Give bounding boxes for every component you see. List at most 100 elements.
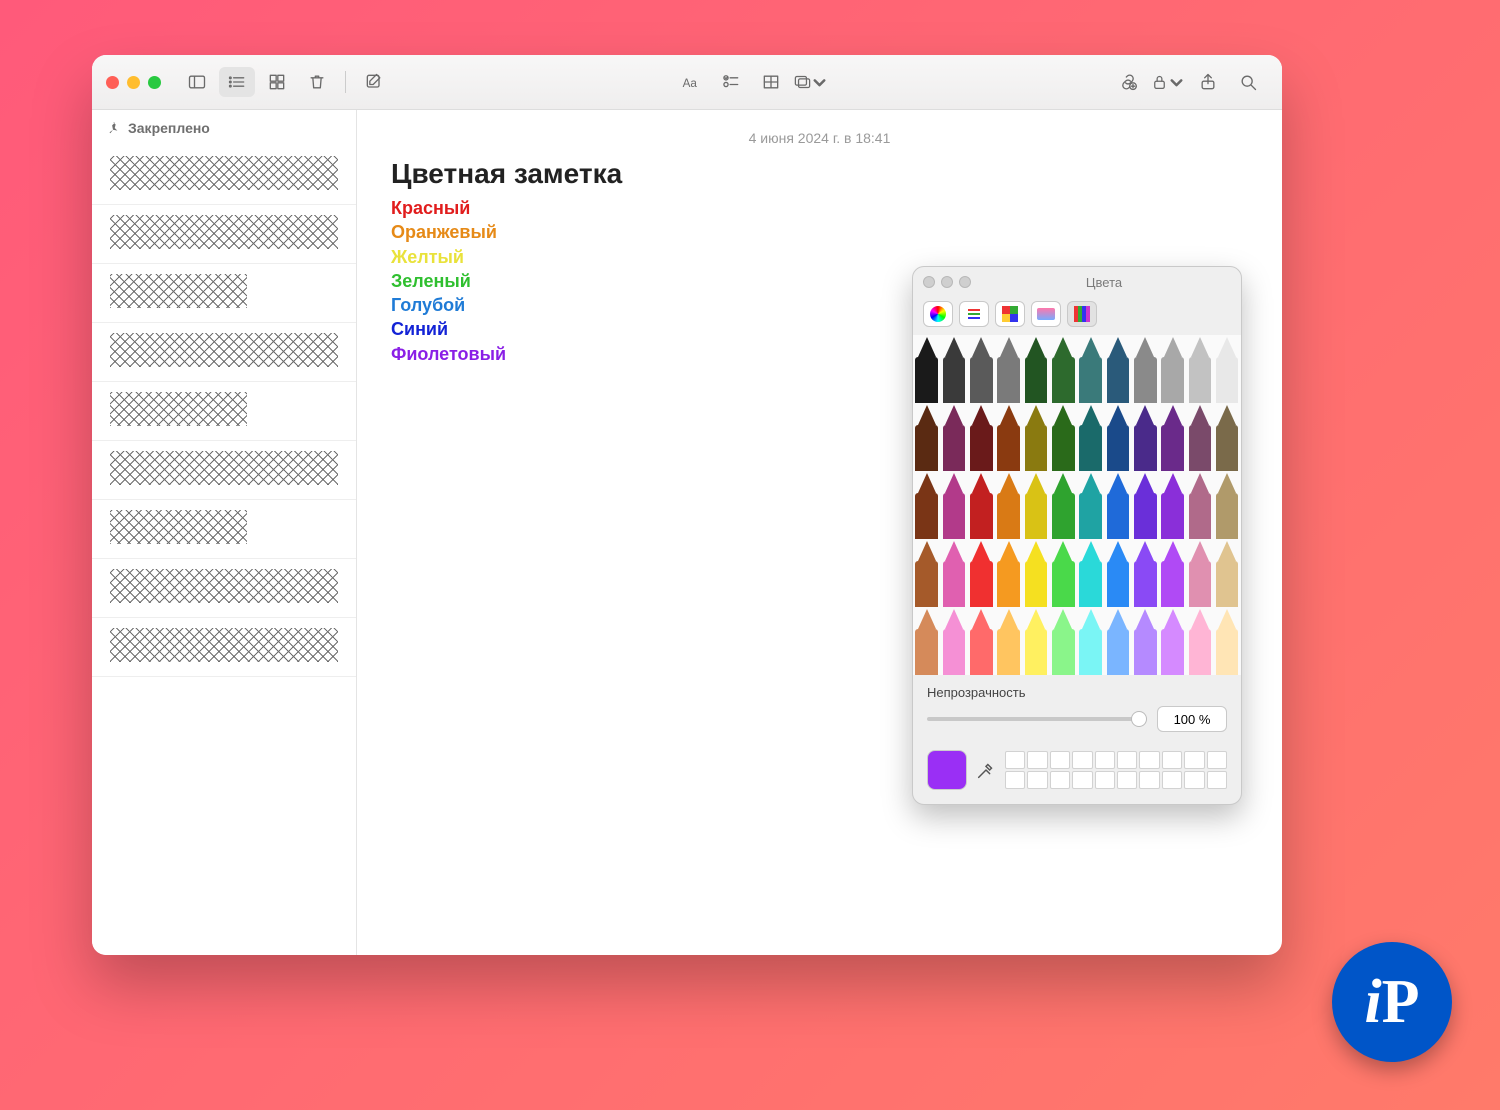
- pencil-color[interactable]: [1132, 335, 1159, 403]
- pencil-color[interactable]: [1132, 471, 1159, 539]
- swatch-cell[interactable]: [1139, 771, 1159, 789]
- picker-tab-pencils[interactable]: [1067, 301, 1097, 327]
- media-button[interactable]: [793, 67, 829, 97]
- pencil-color[interactable]: [1077, 539, 1104, 607]
- pencil-color[interactable]: [995, 539, 1022, 607]
- minimize-window-button[interactable]: [127, 76, 140, 89]
- pencil-color[interactable]: [940, 403, 967, 471]
- picker-close-button[interactable]: [923, 276, 935, 288]
- pencil-color[interactable]: [1022, 607, 1049, 675]
- swatch-cell[interactable]: [1005, 771, 1025, 789]
- pencil-color[interactable]: [940, 335, 967, 403]
- eyedropper-icon[interactable]: [975, 759, 997, 781]
- gallery-view-button[interactable]: [259, 67, 295, 97]
- pencil-color[interactable]: [1104, 403, 1131, 471]
- pencil-color[interactable]: [913, 403, 940, 471]
- pencil-color[interactable]: [1214, 335, 1241, 403]
- swatch-cell[interactable]: [1050, 751, 1070, 769]
- swatch-cell[interactable]: [1207, 751, 1227, 769]
- pencil-color[interactable]: [1214, 539, 1241, 607]
- share-button[interactable]: [1190, 67, 1226, 97]
- list-item[interactable]: [92, 205, 356, 264]
- swatch-cell[interactable]: [1050, 771, 1070, 789]
- pencil-color[interactable]: [1159, 471, 1186, 539]
- list-item[interactable]: [92, 441, 356, 500]
- swatch-cell[interactable]: [1095, 771, 1115, 789]
- picker-tab-palettes[interactable]: [995, 301, 1025, 327]
- swatch-cell[interactable]: [1027, 771, 1047, 789]
- opacity-value[interactable]: 100 %: [1157, 706, 1227, 732]
- pencil-color[interactable]: [940, 539, 967, 607]
- pencil-color[interactable]: [1050, 471, 1077, 539]
- pencil-color[interactable]: [1050, 539, 1077, 607]
- pencil-color[interactable]: [1022, 335, 1049, 403]
- pencil-color[interactable]: [1104, 607, 1131, 675]
- pencil-color[interactable]: [1186, 335, 1213, 403]
- pencil-color[interactable]: [1132, 607, 1159, 675]
- list-item[interactable]: [92, 559, 356, 618]
- swatch-cell[interactable]: [1117, 771, 1137, 789]
- list-view-button[interactable]: [219, 67, 255, 97]
- swatch-cell[interactable]: [1027, 751, 1047, 769]
- pencil-color[interactable]: [1022, 403, 1049, 471]
- close-window-button[interactable]: [106, 76, 119, 89]
- note-editor[interactable]: 4 июня 2024 г. в 18:41 Цветная заметка К…: [357, 110, 1282, 955]
- pencil-color[interactable]: [968, 539, 995, 607]
- picker-tab-wheel[interactable]: [923, 301, 953, 327]
- pencil-color[interactable]: [1186, 471, 1213, 539]
- list-item[interactable]: [92, 500, 356, 559]
- swatch-cell[interactable]: [1072, 771, 1092, 789]
- pencil-color[interactable]: [1159, 335, 1186, 403]
- table-button[interactable]: [753, 67, 789, 97]
- swatch-grid[interactable]: [1005, 751, 1227, 789]
- swatch-cell[interactable]: [1207, 771, 1227, 789]
- swatch-cell[interactable]: [1162, 771, 1182, 789]
- lock-button[interactable]: [1150, 67, 1186, 97]
- swatch-cell[interactable]: [1184, 771, 1204, 789]
- list-item[interactable]: [92, 618, 356, 677]
- swatch-cell[interactable]: [1139, 751, 1159, 769]
- pencil-color[interactable]: [1159, 403, 1186, 471]
- pencil-color[interactable]: [913, 539, 940, 607]
- pencil-color[interactable]: [1104, 539, 1131, 607]
- slider-thumb[interactable]: [1131, 711, 1147, 727]
- picker-minimize-button[interactable]: [941, 276, 953, 288]
- pencil-color[interactable]: [968, 471, 995, 539]
- pencil-color[interactable]: [1132, 539, 1159, 607]
- pencil-color[interactable]: [1050, 403, 1077, 471]
- pencil-color[interactable]: [1214, 607, 1241, 675]
- sidebar-toggle-button[interactable]: [179, 67, 215, 97]
- swatch-cell[interactable]: [1095, 751, 1115, 769]
- pencil-color[interactable]: [1077, 335, 1104, 403]
- checklist-button[interactable]: [713, 67, 749, 97]
- swatch-cell[interactable]: [1162, 751, 1182, 769]
- picker-tab-sliders[interactable]: [959, 301, 989, 327]
- pencil-color[interactable]: [968, 403, 995, 471]
- pencil-color[interactable]: [913, 607, 940, 675]
- list-item[interactable]: [92, 323, 356, 382]
- pencil-color[interactable]: [995, 471, 1022, 539]
- pencil-color[interactable]: [1050, 335, 1077, 403]
- pencil-color[interactable]: [1050, 607, 1077, 675]
- note-line[interactable]: Оранжевый: [391, 220, 1248, 244]
- pencil-color[interactable]: [995, 403, 1022, 471]
- pencil-color[interactable]: [1132, 403, 1159, 471]
- pencil-color[interactable]: [1186, 539, 1213, 607]
- pencil-color[interactable]: [1104, 471, 1131, 539]
- picker-zoom-button[interactable]: [959, 276, 971, 288]
- pencil-color[interactable]: [1104, 335, 1131, 403]
- note-title[interactable]: Цветная заметка: [391, 158, 1248, 190]
- pencil-color[interactable]: [1159, 607, 1186, 675]
- pencil-color[interactable]: [1214, 471, 1241, 539]
- format-button[interactable]: Aa: [673, 67, 709, 97]
- pencil-color[interactable]: [995, 607, 1022, 675]
- pencil-color[interactable]: [1186, 403, 1213, 471]
- delete-button[interactable]: [299, 67, 335, 97]
- note-line[interactable]: Красный: [391, 196, 1248, 220]
- pencil-color[interactable]: [940, 471, 967, 539]
- pencil-color[interactable]: [1022, 471, 1049, 539]
- pencil-color[interactable]: [1022, 539, 1049, 607]
- opacity-slider[interactable]: [927, 717, 1147, 721]
- link-button[interactable]: [1110, 67, 1146, 97]
- pencil-color[interactable]: [1077, 403, 1104, 471]
